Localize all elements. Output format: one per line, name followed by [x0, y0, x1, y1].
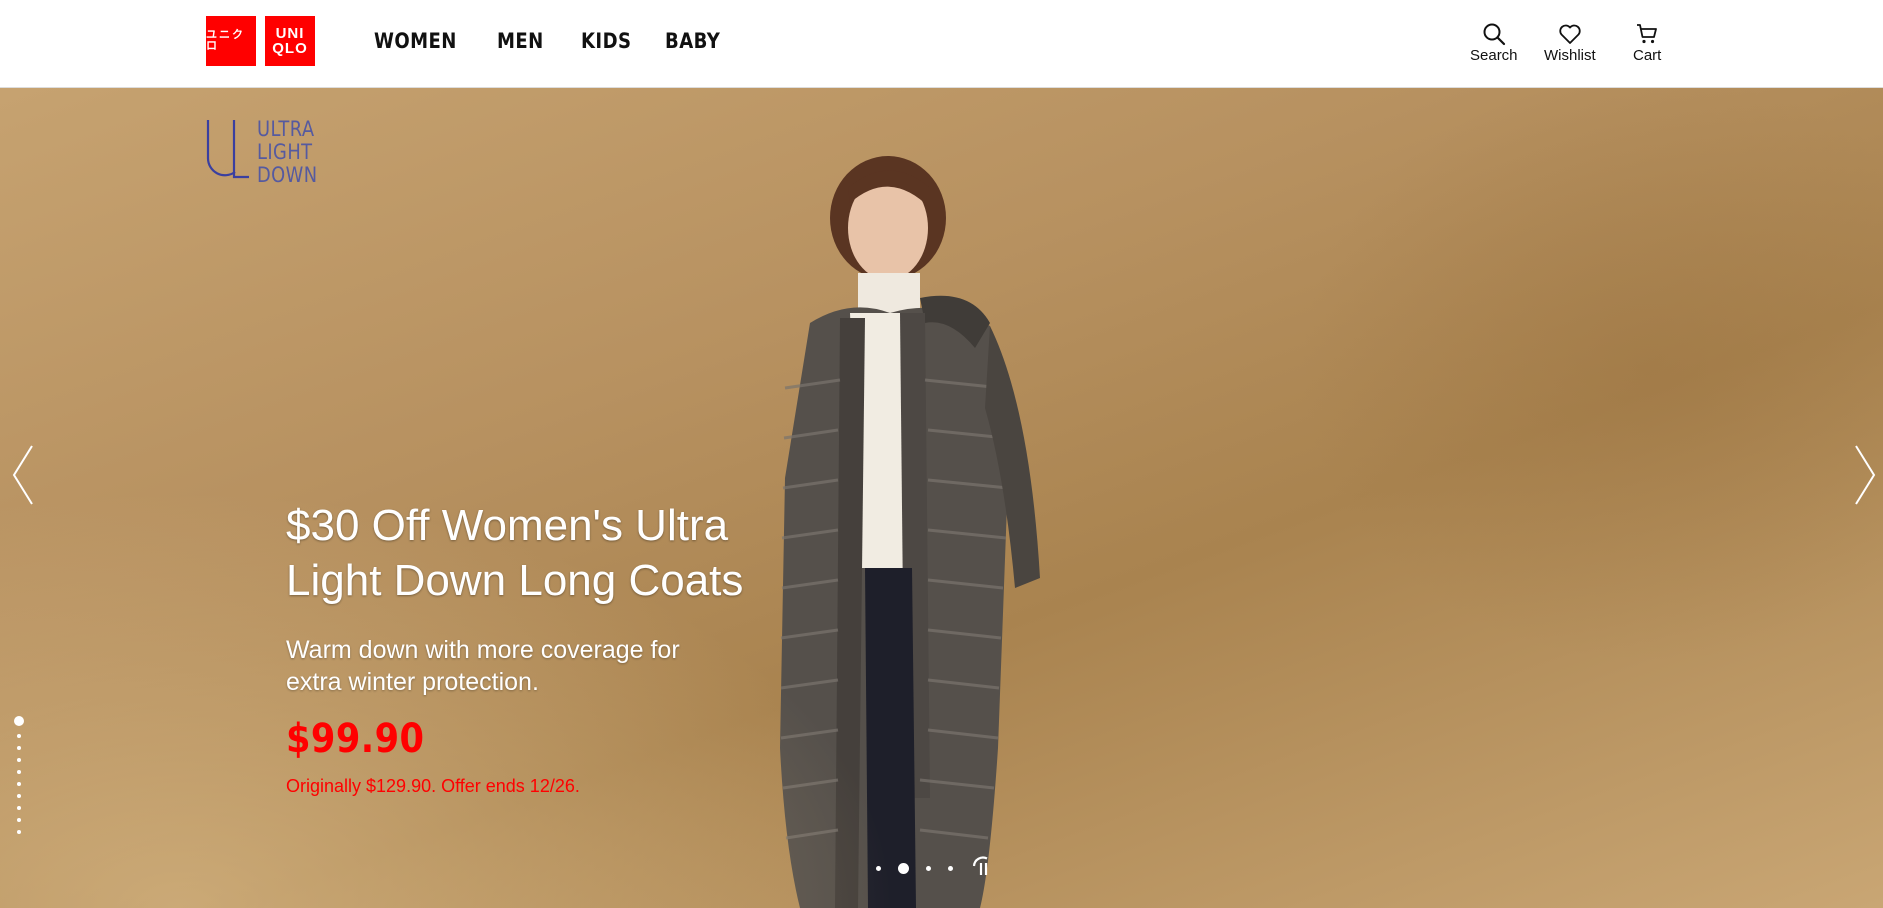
cart-button[interactable]: Cart — [1633, 22, 1661, 64]
chevron-right-icon — [1855, 445, 1876, 505]
section-dot-7[interactable] — [17, 794, 21, 798]
cart-label: Cart — [1633, 47, 1662, 64]
uld-mark-icon — [206, 120, 249, 179]
uld-line-2: LIGHT — [257, 140, 313, 164]
logo-kana-box: ユニクロ — [206, 16, 256, 66]
nav-kids[interactable]: KIDS — [581, 29, 631, 53]
carousel-dot-2[interactable] — [898, 863, 909, 874]
section-dot-8[interactable] — [17, 806, 21, 810]
section-dot-6[interactable] — [17, 782, 21, 786]
site-header: ユニクロ UNI QLO WOMEN MEN KIDS BABY Search … — [0, 0, 1883, 88]
hero-price: $99.90 — [286, 716, 425, 762]
carousel-dot-1[interactable] — [876, 866, 881, 871]
section-dot-4[interactable] — [17, 758, 21, 762]
carousel-dot-4[interactable] — [948, 866, 953, 871]
search-button[interactable]: Search — [1470, 22, 1518, 64]
pause-icon[interactable] — [970, 854, 996, 880]
nav-baby[interactable]: BABY — [665, 29, 720, 53]
logo-kana-text: ユニクロ — [206, 29, 245, 52]
carousel-dot-3[interactable] — [926, 866, 931, 871]
section-dot-10[interactable] — [17, 830, 21, 834]
section-dot-5[interactable] — [17, 770, 21, 774]
cart-icon — [1637, 24, 1658, 44]
section-dot-3[interactable] — [17, 746, 21, 750]
wishlist-button[interactable]: Wishlist — [1544, 22, 1596, 64]
uld-line-3: DOWN — [257, 163, 318, 187]
carousel-prev-button[interactable] — [8, 440, 38, 510]
logo-bottom-text: QLO — [272, 40, 308, 57]
hero-copy: $30 Off Women's Ultra Light Down Long Co… — [286, 498, 806, 797]
search-label: Search — [1470, 47, 1518, 64]
logo-latin-box: UNI QLO — [265, 16, 315, 66]
nav-women[interactable]: WOMEN — [374, 29, 456, 53]
vertical-section-dots — [14, 716, 24, 834]
carousel-next-button[interactable] — [1850, 440, 1880, 510]
wishlist-label: Wishlist — [1544, 47, 1596, 64]
section-dot-9[interactable] — [17, 818, 21, 822]
carousel-slide-dots — [876, 863, 953, 874]
heart-icon — [1559, 24, 1581, 44]
uld-text: ULTRA LIGHT DOWN — [257, 118, 318, 187]
hero-offer-text: Originally $129.90. Offer ends 12/26. — [286, 776, 580, 796]
hero-headline[interactable]: $30 Off Women's Ultra Light Down Long Co… — [286, 498, 806, 608]
section-dot-1[interactable] — [14, 716, 24, 726]
chevron-left-icon — [12, 445, 33, 505]
hero-subline: Warm down with more coverage for extra w… — [286, 636, 680, 696]
ultra-light-down-logo: ULTRA LIGHT DOWN — [205, 118, 328, 187]
uld-line-1: ULTRA — [257, 117, 315, 141]
uniqlo-logo[interactable]: ユニクロ UNI QLO — [206, 16, 315, 66]
hero-banner[interactable]: ULTRA LIGHT DOWN $30 Off Women's Ultra L… — [0, 88, 1883, 908]
main-nav: WOMEN MEN KIDS BABY — [374, 29, 720, 53]
search-icon — [1483, 23, 1505, 46]
section-dot-2[interactable] — [17, 734, 21, 738]
logo-top-text: UNI — [275, 25, 305, 42]
nav-men[interactable]: MEN — [497, 29, 543, 53]
